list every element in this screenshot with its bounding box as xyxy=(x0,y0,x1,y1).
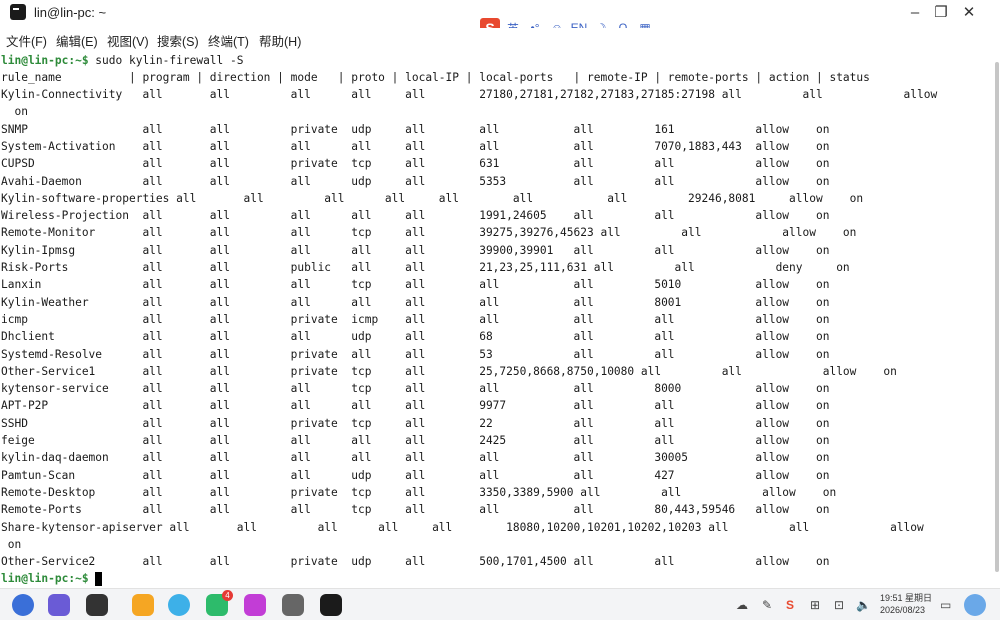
taskbar: 4 ☁ ✎ S ⊞ ⊡ 🔈 19:51 星期日 2026/08/23 ▭ xyxy=(0,588,1000,620)
menu-search[interactable]: 搜索(S) xyxy=(157,31,199,50)
multitask-icon[interactable] xyxy=(86,594,108,616)
table-row: Systemd-Resolve all all private all all … xyxy=(1,347,830,361)
table-row: Avahi-Daemon all all all udp all 5353 al… xyxy=(1,174,830,188)
menu-terminal[interactable]: 终端(T) xyxy=(208,31,249,50)
volume-icon[interactable]: 🔈 xyxy=(856,598,871,612)
close-button[interactable]: ✕ xyxy=(958,3,980,23)
terminal-taskbar-icon[interactable] xyxy=(320,594,342,616)
table-row: feige all all all all all 2425 all all a… xyxy=(1,434,830,447)
menu-bar: 文件(F) 编辑(E) 视图(V) 搜索(S) 终端(T) 帮助(H) xyxy=(0,28,1000,50)
scrollbar-thumb[interactable] xyxy=(995,62,999,572)
user-avatar-icon[interactable] xyxy=(964,594,986,616)
table-row: System-Activation all all all all all al… xyxy=(1,139,830,153)
table-row: kytensor-service all all all tcp all all… xyxy=(1,382,830,396)
table-row: Dhclient all all all udp all 68 all all … xyxy=(1,330,830,344)
table-row: SSHD all all private tcp all 22 all all … xyxy=(1,416,830,430)
cloud-icon[interactable]: ☁ xyxy=(736,598,748,612)
clock-time: 19:51 星期日 xyxy=(880,593,933,603)
search-icon[interactable] xyxy=(48,594,70,616)
maximize-button[interactable]: ❐ xyxy=(930,3,952,23)
clock-date: 2026/08/23 xyxy=(880,605,926,615)
terminal-output[interactable]: lin@lin-pc:~$ sudo kylin-firewall -S rul… xyxy=(0,52,994,587)
table-row: CUPSD all all private tcp all 631 all al… xyxy=(1,157,830,171)
table-row: Pamtun-Scan all all all udp all all all … xyxy=(1,468,830,482)
menu-edit[interactable]: 编辑(E) xyxy=(56,31,98,50)
edit-icon[interactable]: ✎ xyxy=(762,598,772,612)
table-row: APT-P2P all all all all all 9977 all all… xyxy=(1,399,830,413)
table-row: icmp all all private icmp all all all al… xyxy=(1,312,830,326)
network-icon[interactable]: ⊡ xyxy=(834,598,844,612)
ime-tray-icon[interactable]: S xyxy=(786,598,794,612)
table-row: Remote-Ports all all all tcp all all all… xyxy=(1,503,830,517)
prompt: lin@lin-pc:~$ xyxy=(1,54,89,67)
settings-icon[interactable] xyxy=(282,594,304,616)
command-line: lin@lin-pc:~$ sudo kylin-firewall -S xyxy=(1,52,243,69)
current-prompt-line[interactable]: lin@lin-pc:~$ xyxy=(1,570,103,587)
table-row: Wireless-Projection all all all all all … xyxy=(1,209,830,223)
window-title: lin@lin-pc: ~ xyxy=(34,5,107,20)
start-menu-icon[interactable] xyxy=(12,594,34,616)
clock[interactable]: 19:51 星期日 2026/08/23 xyxy=(880,592,932,616)
notification-center-icon[interactable]: ▭ xyxy=(940,598,951,612)
command-text: sudo kylin-firewall -S xyxy=(88,54,244,67)
table-row: Other-Service2 all all private udp all 5… xyxy=(1,555,830,569)
text-cursor xyxy=(95,572,103,586)
table-row: Remote-Monitor all all all tcp all 39275… xyxy=(1,226,857,240)
table-row: Kylin-software-properties all all all al… xyxy=(1,191,864,205)
table-row: SNMP all all private udp all all all 161… xyxy=(1,122,830,136)
table-row: on xyxy=(1,537,22,551)
menu-view[interactable]: 视图(V) xyxy=(107,31,149,50)
table-row: kylin-daq-daemon all all all all all all… xyxy=(1,451,830,465)
notification-badge: 4 xyxy=(222,590,233,601)
battery-icon[interactable]: ⊞ xyxy=(810,598,820,612)
menu-help[interactable]: 帮助(H) xyxy=(259,31,301,50)
table-row: Kylin-Ipmsg all all all all all 39900,39… xyxy=(1,243,830,257)
minimize-button[interactable]: – xyxy=(904,3,926,23)
camera-icon[interactable] xyxy=(244,594,266,616)
table-row: Kylin-Weather all all all all all all al… xyxy=(1,295,830,309)
table-row: Share-kytensor-apiserver all all all all… xyxy=(1,520,924,534)
terminal-app-icon xyxy=(10,4,26,20)
menu-file[interactable]: 文件(F) xyxy=(6,31,47,50)
file-manager-icon[interactable] xyxy=(132,594,154,616)
prompt: lin@lin-pc:~$ xyxy=(1,572,89,585)
table-row: Remote-Desktop all all private tcp all 3… xyxy=(1,485,837,499)
table-row: Kylin-Connectivity all all all all all 2… xyxy=(1,88,938,101)
table-row: Lanxin all all all tcp all all all 5010 … xyxy=(1,278,830,292)
browser-icon[interactable] xyxy=(168,594,190,616)
table-header: rule_name | program | direction | mode |… xyxy=(1,71,870,84)
scrollbar[interactable] xyxy=(994,52,999,587)
table-row: Other-Service1 all all private tcp all 2… xyxy=(1,364,897,378)
table-row: Risk-Ports all all public all all 21,23,… xyxy=(1,261,850,274)
table-row: on xyxy=(1,105,28,119)
